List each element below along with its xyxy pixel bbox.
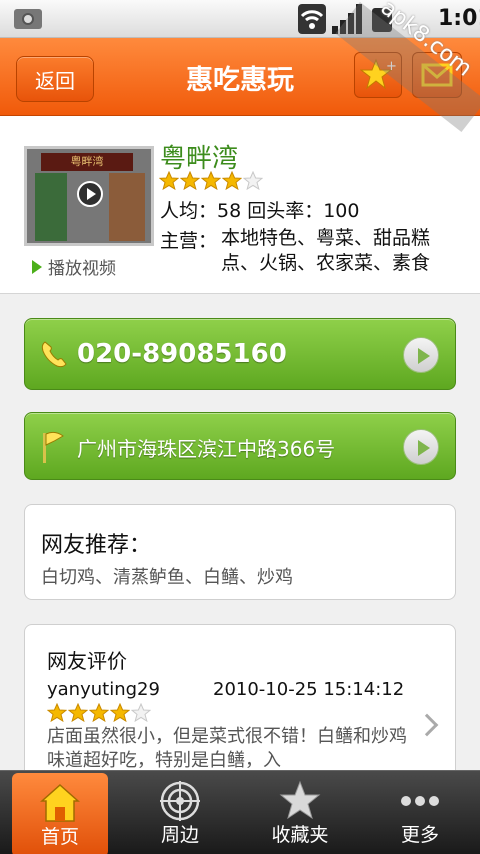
- rating-stars: [159, 171, 264, 190]
- star-plus-icon: +: [360, 58, 396, 90]
- nav-more[interactable]: 更多: [360, 771, 480, 854]
- wifi-icon: [298, 4, 326, 34]
- home-icon: [40, 783, 80, 822]
- battery-icon: [372, 8, 392, 32]
- play-video-label: 播放视频: [48, 259, 116, 279]
- star-filled-icon: [201, 171, 221, 190]
- clock: 1:01: [438, 6, 480, 31]
- call-button[interactable]: 020-89085160: [24, 318, 456, 390]
- nav-nearby[interactable]: 周边: [120, 771, 240, 854]
- star-filled-icon: [222, 171, 242, 190]
- share-button[interactable]: [412, 52, 462, 98]
- star-icon: [279, 780, 321, 820]
- add-favorite-button[interactable]: +: [354, 52, 402, 98]
- star-filled-icon: [68, 703, 88, 722]
- address-button[interactable]: 广州市海珠区滨江中路366号: [24, 412, 456, 480]
- nav-favorites[interactable]: 收藏夹: [240, 771, 360, 854]
- chevron-right-icon: [415, 713, 439, 737]
- review-text: 店面虽然很小，但是菜式很不错！白鳝和炒鸡味道超好吃，特别是白鳝，入: [47, 726, 407, 771]
- review-card[interactable]: 网友评价 yanyuting29 2010-10-25 15:14:12 店面虽…: [24, 624, 456, 784]
- nav-home-label: 首页: [40, 826, 79, 848]
- status-bar: 1:01: [0, 0, 480, 38]
- review-username: yanyuting29: [47, 679, 160, 700]
- star-filled-icon: [47, 703, 67, 722]
- nav-more-label: 更多: [400, 824, 439, 846]
- arrow-right-icon: [403, 429, 439, 465]
- recommendations-list: 白切鸡、清蒸鲈鱼、白鳝、炒鸡: [41, 567, 293, 588]
- video-thumbnail[interactable]: 粤畔湾: [24, 146, 154, 246]
- restaurant-name: 粤畔湾: [160, 144, 239, 174]
- nav-favorites-label: 收藏夹: [271, 824, 329, 846]
- nav-home[interactable]: 首页: [12, 773, 108, 854]
- more-icon: [401, 796, 439, 806]
- app-header: 返回 惠吃惠玩 +: [0, 38, 480, 116]
- signal-icon: [332, 4, 364, 34]
- star-filled-icon: [180, 171, 200, 190]
- camera-icon: [14, 9, 42, 29]
- phone-icon: [41, 341, 67, 368]
- star-empty-icon: [243, 171, 263, 190]
- main-cuisine-list: 本地特色、粤菜、甜品糕点、火锅、农家菜、素食: [221, 227, 431, 274]
- restaurant-info: 粤畔湾 播放视频 粤畔湾 人均：58 回头率：100 主营： 本地特色、粤菜、甜…: [0, 116, 480, 294]
- phone-number: 020-89085160: [77, 339, 287, 369]
- review-title: 网友评价: [47, 649, 127, 673]
- flag-icon: [43, 431, 64, 463]
- star-filled-icon: [159, 171, 179, 190]
- price-return-rate: 人均：58 回头率：100: [160, 200, 360, 222]
- thumbnail-sign: 粤畔湾: [41, 153, 133, 171]
- arrow-right-icon: [403, 337, 439, 373]
- address-text: 广州市海珠区滨江中路366号: [77, 437, 336, 461]
- recommendations-title: 网友推荐：: [41, 533, 152, 558]
- bottom-nav: 首页 周边 收藏夹 更多: [0, 770, 480, 854]
- play-icon: [77, 181, 103, 207]
- nav-nearby-label: 周边: [160, 824, 199, 846]
- review-timestamp: 2010-10-25 15:14:12: [213, 679, 405, 700]
- star-filled-icon: [110, 703, 130, 722]
- star-filled-icon: [89, 703, 109, 722]
- radar-icon: [160, 781, 200, 821]
- mail-icon: [421, 63, 453, 87]
- svg-text:+: +: [386, 59, 396, 74]
- play-triangle-icon: [32, 259, 42, 274]
- review-rating-stars: [47, 703, 152, 722]
- play-video-link[interactable]: 播放视频: [32, 254, 116, 279]
- recommendations-card: 网友推荐： 白切鸡、清蒸鲈鱼、白鳝、炒鸡: [24, 504, 456, 600]
- page-title: 惠吃惠玩: [186, 65, 294, 96]
- main-cuisine-label: 主营：: [160, 230, 218, 252]
- star-empty-icon: [131, 703, 151, 722]
